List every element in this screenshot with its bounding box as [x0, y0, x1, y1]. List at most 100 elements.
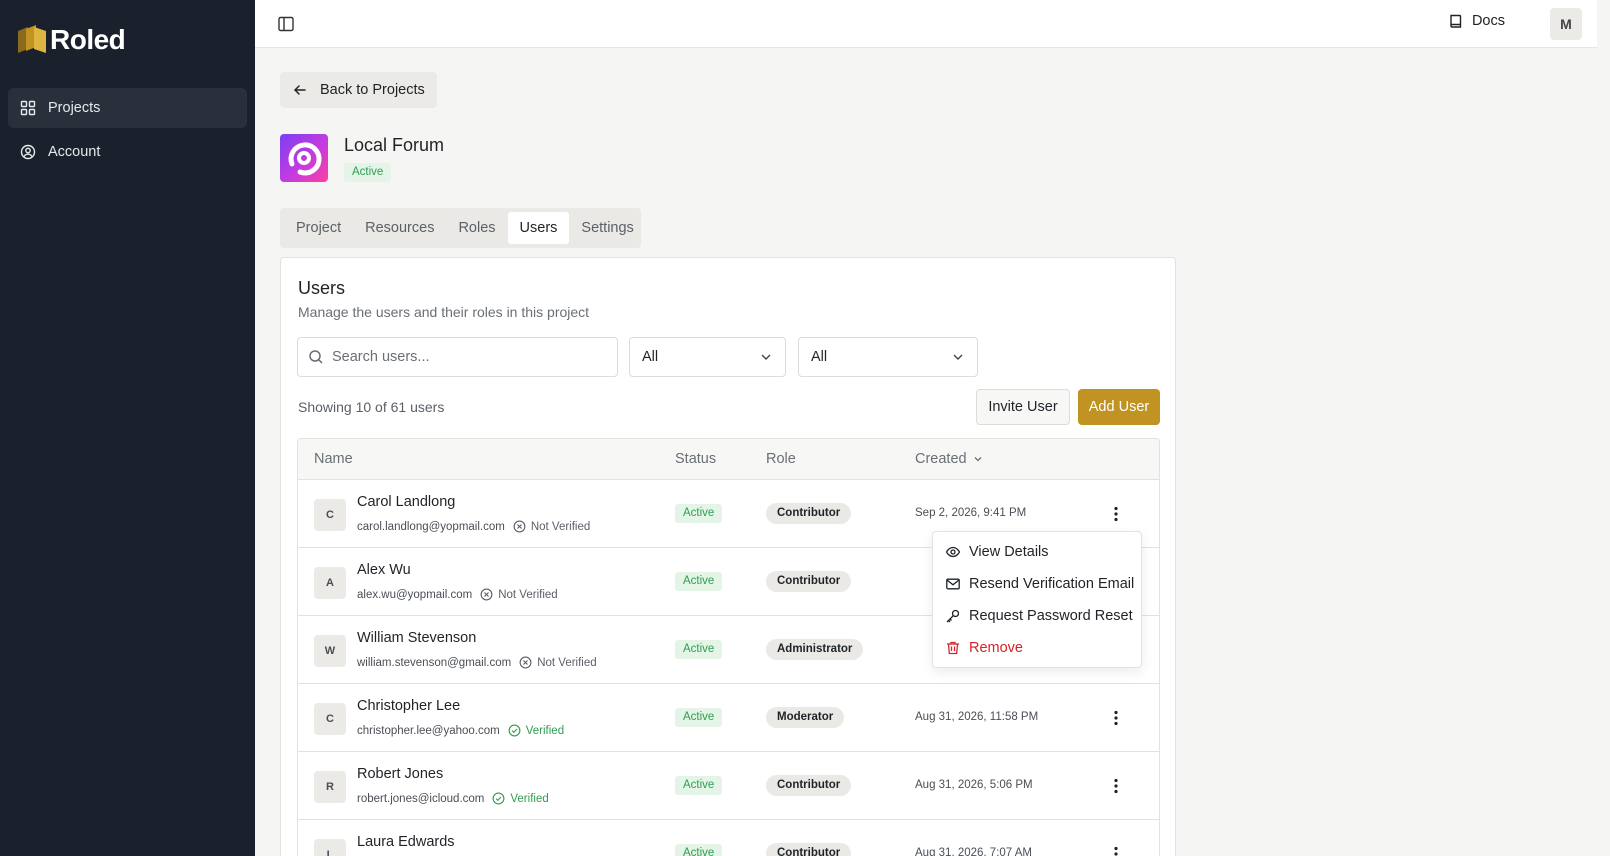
back-label: Back to Projects	[320, 82, 425, 98]
arrow-left-icon	[294, 85, 306, 95]
status-badge: Active	[675, 844, 723, 856]
chevron-down-icon	[761, 354, 771, 360]
user-avatar-button[interactable]: M	[1550, 8, 1582, 40]
role-badge: Contributor	[766, 843, 852, 856]
tab-settings[interactable]: Settings	[569, 212, 645, 244]
key-icon	[946, 609, 960, 623]
project-status-badge: Active	[344, 163, 392, 182]
created-date: Aug 31, 2026, 7:07 AM	[915, 847, 1033, 856]
verification-label: Not Verified	[498, 588, 558, 601]
role-badge: Contributor	[766, 775, 852, 796]
search-input[interactable]	[332, 349, 612, 365]
x-circle-icon	[519, 656, 532, 669]
menu-item-label: Resend Verification Email	[969, 576, 1135, 592]
table-row: R Robert Jones robert.jones@icloud.com V…	[298, 752, 1159, 820]
invite-user-button[interactable]: Invite User	[976, 389, 1070, 425]
users-title: Users	[298, 278, 346, 298]
more-vertical-icon[interactable]	[1106, 844, 1126, 856]
row-actions-menu: View Details Resend Verification Email R…	[932, 531, 1142, 668]
menu-item-resend-verification[interactable]: Resend Verification Email	[933, 568, 1141, 600]
user-circle-icon	[20, 144, 36, 160]
created-date: Aug 31, 2026, 5:06 PM	[915, 779, 1033, 791]
user-email: christopher.lee@yahoo.com	[357, 724, 500, 737]
column-created[interactable]: Created	[915, 451, 983, 467]
add-user-button[interactable]: Add User	[1078, 389, 1160, 425]
status-filter-value: All	[642, 349, 659, 365]
user-email-line: carol.landlong@yopmail.com Not Verified	[357, 520, 590, 533]
user-email-line: christopher.lee@yahoo.com Verified	[357, 724, 564, 737]
column-created-label: Created	[915, 451, 967, 467]
eye-icon	[945, 546, 961, 558]
verification-status: Not Verified	[480, 588, 558, 601]
status-filter-select[interactable]: All	[629, 337, 786, 377]
brand-name: Roled	[50, 24, 126, 55]
tab-users[interactable]: Users	[507, 212, 570, 244]
verification-status: Verified	[508, 724, 564, 737]
tab-resources[interactable]: Resources	[353, 212, 446, 244]
more-vertical-icon[interactable]	[1106, 776, 1126, 796]
user-name: Carol Landlong	[357, 494, 456, 510]
x-circle-icon	[513, 520, 526, 533]
column-name[interactable]: Name	[314, 451, 353, 467]
user-avatar: C	[314, 703, 346, 735]
user-email-line: alex.wu@yopmail.com Not Verified	[357, 588, 558, 601]
verification-status: Not Verified	[513, 520, 590, 533]
user-email: carol.landlong@yopmail.com	[357, 520, 505, 533]
docs-label: Docs	[1471, 13, 1505, 29]
back-to-projects-button[interactable]: Back to Projects	[280, 72, 437, 108]
user-email-line: robert.jones@icloud.com Verified	[357, 792, 549, 805]
menu-item-remove[interactable]: Remove	[933, 632, 1141, 664]
tab-roles[interactable]: Roles	[446, 212, 507, 244]
user-email: robert.jones@icloud.com	[357, 792, 485, 805]
menu-item-label: Request Password Reset	[969, 608, 1133, 624]
role-badge: Contributor	[766, 571, 852, 592]
sidebar-item-label: Projects	[48, 100, 101, 116]
user-name: William Stevenson	[357, 630, 477, 646]
sort-chevron-down-icon	[974, 457, 982, 462]
brand-logo[interactable]: Roled	[16, 20, 126, 60]
x-circle-icon	[480, 588, 493, 601]
sidebar-item-account[interactable]: Account	[8, 132, 247, 172]
project-tabs: Project Resources Roles Users Settings	[280, 208, 641, 248]
user-avatar: A	[314, 567, 346, 599]
grid-icon	[20, 100, 36, 116]
project-name: Local Forum	[344, 135, 445, 155]
mail-icon	[946, 578, 960, 590]
column-status[interactable]: Status	[675, 451, 716, 467]
check-circle-icon	[492, 792, 505, 805]
tab-project[interactable]: Project	[284, 212, 353, 244]
docs-link[interactable]: Docs	[1448, 13, 1505, 29]
verification-label: Not Verified	[530, 520, 591, 533]
menu-item-request-password-reset[interactable]: Request Password Reset	[933, 600, 1141, 632]
roled-logo-icon	[16, 23, 50, 57]
status-badge: Active	[675, 640, 723, 659]
role-filter-select[interactable]: All	[798, 337, 978, 377]
menu-item-view-details[interactable]: View Details	[933, 536, 1141, 568]
column-role[interactable]: Role	[766, 451, 796, 467]
more-vertical-icon[interactable]	[1106, 708, 1126, 728]
user-avatar: R	[314, 771, 346, 803]
user-avatar: C	[314, 499, 346, 531]
project-logo-icon	[280, 134, 328, 182]
user-name: Alex Wu	[357, 562, 411, 578]
table-row: L Laura Edwards Active Contributor Aug 3…	[298, 820, 1159, 856]
sidebar-item-projects[interactable]: Projects	[8, 88, 247, 128]
role-filter-value: All	[811, 349, 828, 365]
status-badge: Active	[675, 776, 723, 795]
more-vertical-icon[interactable]	[1106, 504, 1126, 524]
user-name: Laura Edwards	[357, 834, 455, 850]
table-row: C Christopher Lee christopher.lee@yahoo.…	[298, 684, 1159, 752]
status-badge: Active	[675, 708, 723, 727]
created-date: Sep 2, 2026, 9:41 PM	[915, 507, 1027, 519]
verification-label: Not Verified	[537, 656, 597, 669]
verification-label: Verified	[525, 724, 565, 737]
role-badge: Moderator	[766, 707, 845, 728]
book-icon	[1450, 14, 1462, 28]
trash-icon	[947, 641, 959, 655]
sidebar: Roled Projects Account	[0, 0, 255, 856]
chevron-down-icon	[953, 354, 963, 360]
table-header: Name Status Role Created	[298, 439, 1159, 480]
status-badge: Active	[675, 504, 723, 523]
sidebar-toggle-icon[interactable]	[277, 15, 295, 33]
users-subtitle: Manage the users and their roles in this…	[298, 304, 590, 320]
